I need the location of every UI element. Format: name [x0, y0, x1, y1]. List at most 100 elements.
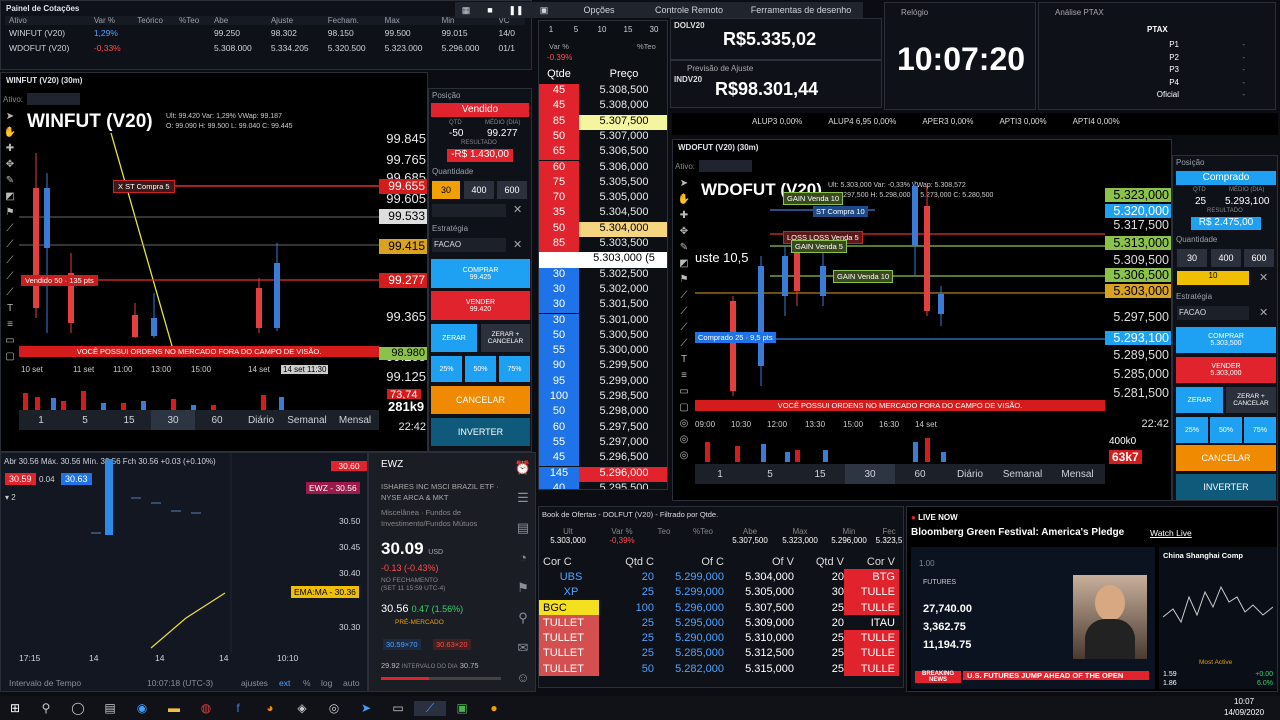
- log-toggle[interactable]: log: [321, 678, 332, 688]
- ladder-row[interactable]: 50 5.298,000: [539, 405, 667, 421]
- tf-diario[interactable]: Diário: [945, 464, 995, 484]
- ladder-row[interactable]: 50 5.307,000: [539, 129, 667, 146]
- parcial-75[interactable]: 75%: [1244, 417, 1276, 443]
- winfut-tools[interactable]: ➤ ✋ ✚ ✥ ✎ ◩ ⚑ ⟋ ⟋ ⟋ ⟋ ⟋ T ≡ ▭ ▢: [3, 109, 17, 369]
- ladder-row[interactable]: 85 5.307,500: [539, 114, 667, 130]
- ladder-row[interactable]: 35 5.304,500: [539, 206, 667, 222]
- ferramentas-menu[interactable]: Ferramentas de desenho: [739, 5, 863, 15]
- ladder-row[interactable]: 50 5.300,500: [539, 328, 667, 345]
- square-icon[interactable]: ■: [477, 5, 503, 15]
- parcial-25[interactable]: 25%: [431, 356, 462, 382]
- ladder-row[interactable]: 30 5.302,500: [539, 267, 667, 283]
- opcoes-menu[interactable]: Opções: [559, 5, 639, 15]
- parcial-25[interactable]: 25%: [1176, 417, 1208, 443]
- ladder-row[interactable]: 70 5.305,000: [539, 191, 667, 207]
- vender-button[interactable]: VENDER 5.303,000: [1176, 357, 1276, 383]
- book-row[interactable]: XP 25 5.299,000 5.305,000 30 TULLE: [539, 584, 899, 600]
- tf-15[interactable]: 15: [107, 410, 151, 430]
- tf-semanal[interactable]: Semanal: [283, 410, 331, 430]
- qty-30[interactable]: 30: [1177, 249, 1207, 267]
- tf-30[interactable]: 30: [151, 410, 195, 430]
- interval-select[interactable]: Intervalo de Tempo: [9, 678, 81, 688]
- ladder-row[interactable]: 100 5.298,500: [539, 390, 667, 406]
- ladder-row[interactable]: 60 5.297,500: [539, 420, 667, 436]
- tf-5[interactable]: 5: [745, 464, 795, 484]
- tf-15[interactable]: 15: [795, 464, 845, 484]
- ladder-tab-15[interactable]: 15: [615, 25, 641, 39]
- zerar-button[interactable]: ZERAR: [1176, 387, 1223, 413]
- taskview-icon[interactable]: ◯: [62, 701, 94, 715]
- qty-input[interactable]: [432, 204, 506, 217]
- tf-30[interactable]: 30: [845, 464, 895, 484]
- wdofut-tools[interactable]: ➤ ✋ ✚ ✥ ✎ ◩ ⚑ ⟋ ⟋ ⟋ ⟋ T ≡ ▭ ▢ ◎ ◎ ◎: [677, 176, 691, 476]
- zerar-button[interactable]: ZERAR: [431, 324, 477, 352]
- layout-icon[interactable]: ▣: [529, 5, 559, 16]
- book-row[interactable]: UBS 20 5.299,000 5.304,000 20 BTG: [539, 569, 899, 585]
- ladder-row[interactable]: 30 5.301,000: [539, 313, 667, 329]
- ladder-tab-1[interactable]: 1: [539, 25, 563, 39]
- qty-30[interactable]: 30: [432, 181, 460, 199]
- ladder-row[interactable]: 85 5.303,500: [539, 237, 667, 253]
- wrench-icon[interactable]: ✕: [1259, 271, 1268, 284]
- ladder-row[interactable]: 50 5.304,000: [539, 221, 667, 237]
- ladder-last-row[interactable]: 5.303,000 (5: [539, 252, 667, 268]
- ladder-row[interactable]: 45 5.296,500: [539, 451, 667, 467]
- app-icon[interactable]: ◈: [286, 701, 318, 715]
- zerar-cancelar-button[interactable]: ZERAR + CANCELAR: [481, 324, 530, 352]
- edge-icon[interactable]: ◉: [126, 701, 158, 715]
- book-row[interactable]: TULLET 25 5.290,000 5.310,000 25 TULLE: [539, 630, 899, 646]
- coin-icon[interactable]: ●: [478, 701, 510, 715]
- cancelar-button[interactable]: CANCELAR: [431, 386, 530, 414]
- inverter-button[interactable]: INVERTER: [431, 418, 530, 446]
- monitor-icon[interactable]: ▭: [382, 701, 414, 715]
- firefox-icon[interactable]: ◕: [254, 701, 286, 715]
- qty-input[interactable]: 10: [1177, 271, 1249, 285]
- ladder-row[interactable]: 30 5.301,500: [539, 298, 667, 314]
- parcial-50[interactable]: 50%: [465, 356, 496, 382]
- tf-mensal[interactable]: Mensal: [1050, 464, 1105, 484]
- tf-60[interactable]: 60: [195, 410, 239, 430]
- tf-60[interactable]: 60: [895, 464, 945, 484]
- ladder-row[interactable]: 145 5.296,000: [539, 466, 667, 482]
- gear-icon[interactable]: ✕: [513, 238, 522, 251]
- ladder-tab-10[interactable]: 10: [589, 25, 615, 39]
- auto-toggle[interactable]: auto: [343, 678, 360, 688]
- qty-600[interactable]: 600: [1244, 249, 1274, 267]
- pause-icon[interactable]: ❚❚: [503, 5, 529, 16]
- inverter-button[interactable]: INVERTER: [1176, 474, 1276, 500]
- side-icons[interactable]: ⏰ ☰ ▤ ◔ ⚑ ⚲ ✉ ☺: [509, 453, 535, 691]
- ladder-row[interactable]: 40 5.295,500: [539, 481, 667, 489]
- ext-toggle[interactable]: ext: [279, 678, 290, 688]
- search-icon[interactable]: ⚲: [30, 701, 62, 715]
- qty-600[interactable]: 600: [497, 181, 527, 199]
- book-row[interactable]: TULLET 25 5.295,000 5.309,000 20 ITAU: [539, 615, 899, 631]
- ladder-row[interactable]: 45 5.308,500: [539, 84, 667, 100]
- ladder-row[interactable]: 55 5.300,000: [539, 344, 667, 360]
- media-icon[interactable]: ◎: [318, 701, 350, 715]
- tf-1[interactable]: 1: [695, 464, 745, 484]
- wdofut-ativo-input[interactable]: [699, 160, 752, 172]
- watch-live-link[interactable]: Watch Live: [1150, 528, 1192, 538]
- controle-remoto-menu[interactable]: Controle Remoto: [639, 5, 739, 15]
- percent-toggle[interactable]: %: [303, 678, 311, 688]
- terminal-icon[interactable]: ▣: [446, 701, 478, 715]
- ladder-row[interactable]: 60 5.306,000: [539, 160, 667, 176]
- ladder-row[interactable]: 75 5.305,500: [539, 175, 667, 192]
- tf-1[interactable]: 1: [19, 410, 63, 430]
- ladder-row[interactable]: 90 5.299,500: [539, 359, 667, 375]
- estrat-select[interactable]: FACAO: [1177, 306, 1249, 320]
- explorer-icon[interactable]: ▬: [158, 701, 190, 715]
- parcial-75[interactable]: 75%: [499, 356, 530, 382]
- arrow-icon[interactable]: ➤: [350, 701, 382, 715]
- ladder-row[interactable]: 65 5.306,500: [539, 145, 667, 161]
- qty-400[interactable]: 400: [1211, 249, 1241, 267]
- tf-mensal[interactable]: Mensal: [331, 410, 379, 430]
- comprar-button[interactable]: COMPRAR 99.425: [431, 259, 530, 288]
- video-frame[interactable]: 1.00 FUTURES 27,740.00 3,362.75 11,194.7…: [911, 547, 1155, 689]
- ladder-tab-5[interactable]: 5: [563, 25, 589, 39]
- trading-icon[interactable]: ⟋: [414, 700, 446, 716]
- tf-semanal[interactable]: Semanal: [995, 464, 1050, 484]
- zerar-cancelar-button[interactable]: ZERAR + CANCELAR: [1226, 387, 1276, 413]
- wrench-icon[interactable]: ✕: [513, 203, 522, 216]
- book-row[interactable]: BGC 100 5.296,000 5.307,500 25 TULLE: [539, 599, 899, 616]
